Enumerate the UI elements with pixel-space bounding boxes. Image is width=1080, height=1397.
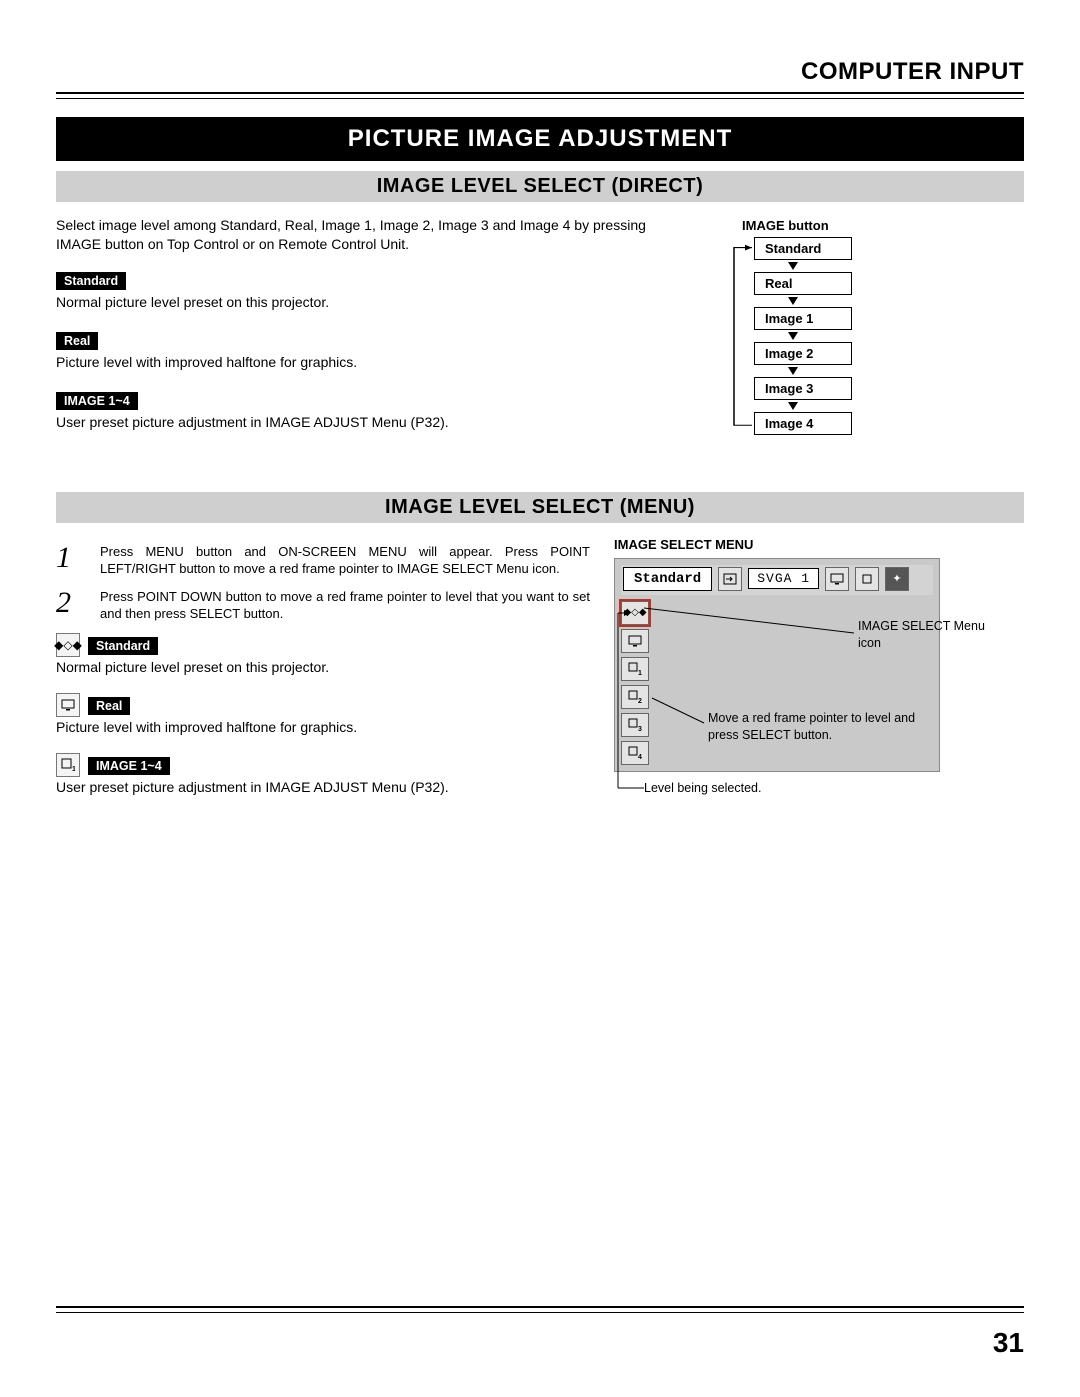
- direct-columns: Select image level among Standard, Real,…: [56, 216, 1024, 448]
- menu-right: IMAGE SELECT MENU Standard SVGA 1: [614, 537, 1024, 772]
- section-menu-title: IMAGE LEVEL SELECT (MENU): [56, 492, 1024, 523]
- osd-item-img4: 4: [621, 741, 649, 765]
- svg-text:2: 2: [638, 698, 642, 704]
- page-number: 31: [993, 1327, 1024, 1359]
- step-1: 1 Press MENU button and ON-SCREEN MENU w…: [56, 543, 590, 578]
- annot-selected: Level being selected.: [644, 780, 761, 797]
- osd-sidebar: ◆◇◆ 1 2 3 4: [621, 601, 657, 765]
- monitor-icon: [56, 693, 80, 717]
- flow-caption: IMAGE button: [742, 218, 1024, 233]
- arrow-down-icon: [788, 297, 798, 305]
- menu-item-real: Real: [56, 693, 590, 717]
- svg-text:1: 1: [72, 766, 75, 772]
- main-title: PICTURE IMAGE ADJUSTMENT: [56, 117, 1024, 161]
- flow-standard: Standard: [754, 237, 852, 260]
- step-2-text: Press POINT DOWN button to move a red fr…: [100, 588, 590, 623]
- pill-menu-real: Real: [88, 697, 130, 715]
- monitor-small-icon: [825, 567, 849, 591]
- header-rule: [56, 92, 1024, 99]
- arrow-down-icon: [788, 367, 798, 375]
- osd-topbar: Standard SVGA 1 ✦: [621, 565, 933, 595]
- manual-page: COMPUTER INPUT PICTURE IMAGE ADJUSTMENT …: [0, 0, 1080, 1397]
- desc-standard: Normal picture level preset on this proj…: [56, 294, 670, 310]
- pill-image14: IMAGE 1~4: [56, 392, 138, 410]
- swirl-icon: ✦: [885, 567, 909, 591]
- osd-mode: SVGA 1: [748, 568, 819, 589]
- flow-image3: Image 3: [754, 377, 852, 400]
- osd-item-standard: ◆◇◆: [621, 601, 649, 625]
- direct-intro: Select image level among Standard, Real,…: [56, 216, 670, 254]
- annot-move: Move a red frame pointer to level and pr…: [708, 710, 918, 744]
- flow-image1: Image 1: [754, 307, 852, 330]
- diamond-trio-icon: ◆◇◆: [56, 633, 80, 657]
- section-header: COMPUTER INPUT: [56, 58, 1024, 86]
- pill-menu-image14: IMAGE 1~4: [88, 757, 170, 775]
- menu-desc-image14: User preset picture adjustment in IMAGE …: [56, 779, 590, 795]
- step-1-number: 1: [56, 543, 84, 573]
- menu-item-standard: ◆◇◆ Standard: [56, 633, 590, 657]
- annot-menu-icon: IMAGE SELECT Menu icon: [858, 618, 998, 652]
- square-1-icon: 1: [56, 753, 80, 777]
- osd-item-img1: 1: [621, 657, 649, 681]
- direct-flow: IMAGE button Standard Real Image 1 Image…: [694, 216, 1024, 435]
- step-2-number: 2: [56, 588, 84, 618]
- arrow-down-icon: [788, 402, 798, 410]
- osd-item-real: [621, 629, 649, 653]
- pill-menu-standard: Standard: [88, 637, 158, 655]
- flow-image2: Image 2: [754, 342, 852, 365]
- osd-current-level: Standard: [623, 567, 712, 591]
- arrow-down-icon: [788, 332, 798, 340]
- step-1-text: Press MENU button and ON-SCREEN MENU wil…: [100, 543, 590, 578]
- figure-title: IMAGE SELECT MENU: [614, 537, 1024, 552]
- direct-left: Select image level among Standard, Real,…: [56, 216, 670, 448]
- menu-item-image14: 1 IMAGE 1~4: [56, 753, 590, 777]
- input-icon: [718, 567, 742, 591]
- flow-real: Real: [754, 272, 852, 295]
- svg-text:4: 4: [638, 754, 642, 760]
- section-direct-title: IMAGE LEVEL SELECT (DIRECT): [56, 171, 1024, 202]
- square-small-icon: [855, 567, 879, 591]
- menu-desc-real: Picture level with improved halftone for…: [56, 719, 590, 735]
- arrow-down-icon: [788, 262, 798, 270]
- flow-image4: Image 4: [754, 412, 852, 435]
- menu-columns: 1 Press MENU button and ON-SCREEN MENU w…: [56, 537, 1024, 813]
- step-2: 2 Press POINT DOWN button to move a red …: [56, 588, 590, 623]
- return-arrow: [732, 244, 752, 431]
- desc-image14: User preset picture adjustment in IMAGE …: [56, 414, 670, 430]
- osd-item-img3: 3: [621, 713, 649, 737]
- footer-rule: [56, 1306, 1024, 1313]
- menu-desc-standard: Normal picture level preset on this proj…: [56, 659, 590, 675]
- svg-text:3: 3: [638, 726, 642, 732]
- svg-text:1: 1: [638, 670, 642, 676]
- pill-real: Real: [56, 332, 98, 350]
- osd-item-img2: 2: [621, 685, 649, 709]
- pill-standard: Standard: [56, 272, 126, 290]
- desc-real: Picture level with improved halftone for…: [56, 354, 670, 370]
- menu-left: 1 Press MENU button and ON-SCREEN MENU w…: [56, 537, 590, 813]
